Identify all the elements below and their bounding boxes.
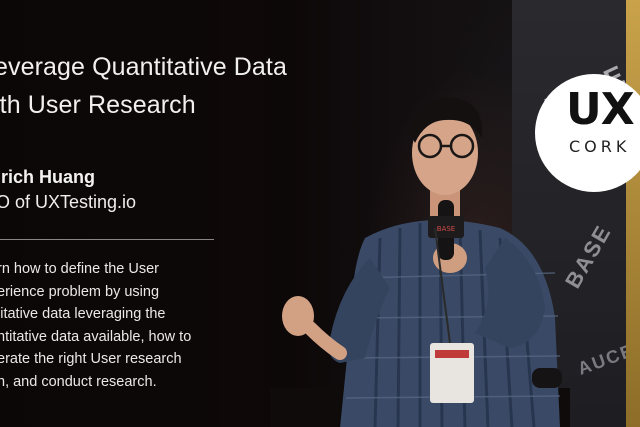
svg-text:BASE: BASE bbox=[437, 225, 455, 233]
banner-accent-stripe bbox=[626, 0, 640, 427]
speaker-role: O of UXTesting.io bbox=[0, 192, 137, 212]
talk-description: rn how to define the User erience proble… bbox=[0, 261, 192, 390]
slide-photo: BASE BASE AUCE bbox=[0, 0, 640, 427]
speaker-name: lrich Huang bbox=[0, 167, 96, 187]
speaker-photo: BASE bbox=[270, 97, 570, 427]
logo-main-text: UX bbox=[566, 84, 635, 135]
talk-title: everage Quantitative Data ith User Resea… bbox=[0, 53, 287, 119]
divider bbox=[0, 239, 214, 240]
logo-sub-text: CORK bbox=[569, 137, 631, 156]
